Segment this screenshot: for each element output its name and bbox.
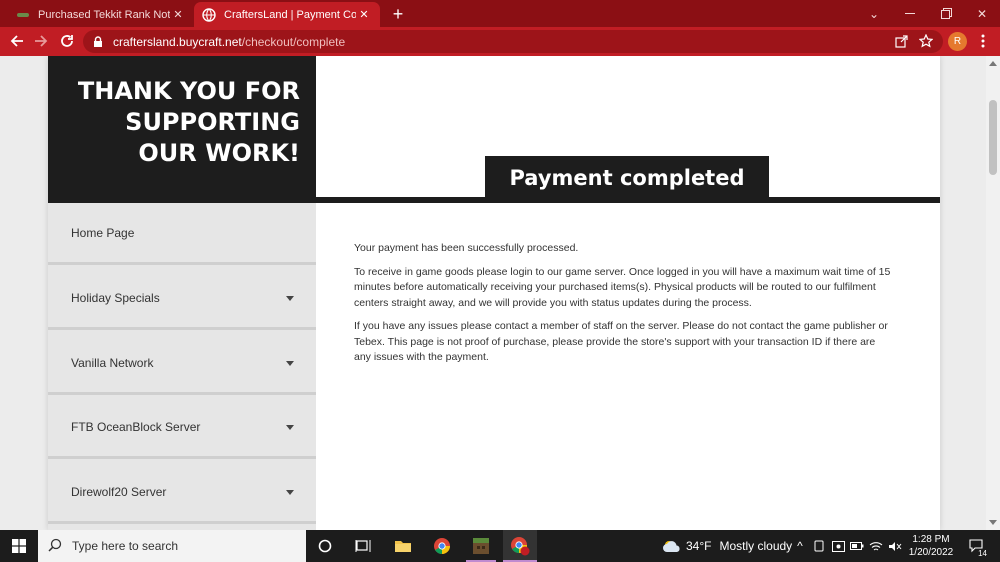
sidebar-item-label: Direwolf20 Server xyxy=(71,484,167,499)
bookmark-star-icon[interactable] xyxy=(915,30,937,52)
sidebar-item-label: Vanilla Network xyxy=(71,355,154,370)
search-icon xyxy=(48,538,62,555)
tray-device-icon[interactable] xyxy=(810,530,828,562)
tray-chevron-up-icon[interactable]: ^ xyxy=(792,530,808,562)
reload-icon[interactable] xyxy=(56,30,78,52)
browser-toolbar: craftersland.buycraft.net/checkout/compl… xyxy=(0,27,1000,56)
hero-banner: THANK YOU FOR SUPPORTING OUR WORK! xyxy=(48,56,316,203)
sidebar-item-label: FTB OceanBlock Server xyxy=(71,419,201,434)
globe-favicon-icon xyxy=(202,7,216,22)
tab-strip: Purchased Tekkit Rank Not Recei ✕ Crafte… xyxy=(0,0,1000,27)
paragraph-support: If you have any issues please contact a … xyxy=(354,320,888,363)
sidebar-item-label: Holiday Specials xyxy=(71,290,160,305)
caret-down-icon[interactable] xyxy=(286,425,294,430)
url-path: /checkout/complete xyxy=(241,34,346,49)
task-view-icon[interactable] xyxy=(348,530,378,562)
system-clock[interactable]: 1:28 PM 1/20/2022 xyxy=(902,533,960,559)
page-viewport: THANK YOU FOR SUPPORTING OUR WORK! Payme… xyxy=(0,56,1000,530)
forum-favicon-icon xyxy=(16,8,30,22)
scroll-down-arrow-icon[interactable] xyxy=(989,520,997,525)
hero-title: THANK YOU FOR SUPPORTING OUR WORK! xyxy=(77,77,300,167)
caret-down-icon[interactable] xyxy=(286,490,294,495)
share-icon[interactable] xyxy=(890,30,912,52)
notification-center-icon[interactable]: 14 xyxy=(964,530,990,562)
sidebar-item-label: Home Page xyxy=(71,225,135,240)
tab-close-icon[interactable]: ✕ xyxy=(356,7,372,23)
sidebar-item-holiday-specials[interactable]: Holiday Specials xyxy=(48,268,316,330)
payment-completed-heading: Payment completed xyxy=(485,156,769,200)
sidebar-item-home-page[interactable]: Home Page xyxy=(48,203,316,265)
sidebar-nav: Home Page Holiday Specials Vanilla Netwo… xyxy=(48,203,316,530)
address-bar[interactable]: craftersland.buycraft.net/checkout/compl… xyxy=(83,30,943,53)
sidebar-item-direwolf20[interactable]: Direwolf20 Server xyxy=(48,462,316,524)
lock-icon[interactable] xyxy=(93,35,107,48)
back-arrow-icon[interactable] xyxy=(6,30,28,52)
tab-search-chevron-icon[interactable]: ⌄ xyxy=(856,0,892,27)
minecraft-launcher-icon[interactable] xyxy=(466,530,496,562)
caret-down-icon[interactable] xyxy=(286,361,294,366)
tab-title: Purchased Tekkit Rank Not Recei xyxy=(38,8,170,21)
windows-start-icon[interactable] xyxy=(0,530,38,562)
tray-screen-icon[interactable] xyxy=(829,530,847,562)
scroll-up-arrow-icon[interactable] xyxy=(989,61,997,66)
taskbar-search-box[interactable]: Type here to search xyxy=(38,530,306,562)
weather-temp: 34°F xyxy=(686,539,712,553)
caret-down-icon[interactable] xyxy=(286,296,294,301)
paragraph-success: Your payment has been successfully proce… xyxy=(354,242,579,254)
scrollbar-thumb[interactable] xyxy=(989,100,997,175)
chrome-profile-icon[interactable] xyxy=(503,530,537,562)
clock-time: 1:28 PM xyxy=(912,534,950,545)
tab-active[interactable]: CraftersLand | Payment Complete ✕ xyxy=(194,2,380,27)
menu-kebab-icon[interactable] xyxy=(972,30,994,52)
sidebar-item-ftb-oceanblock[interactable]: FTB OceanBlock Server xyxy=(48,397,316,459)
payment-message: Your payment has been successfully proce… xyxy=(354,241,894,374)
chrome-icon[interactable] xyxy=(427,530,457,562)
wifi-icon[interactable] xyxy=(867,530,885,562)
profile-avatar[interactable]: R xyxy=(948,32,967,51)
sidebar-item-vanilla-network[interactable]: Vanilla Network xyxy=(48,333,316,395)
restore-icon[interactable] xyxy=(928,0,964,27)
notification-count-badge: 14 xyxy=(977,549,988,558)
search-placeholder: Type here to search xyxy=(72,539,179,553)
paragraph-delivery: To receive in game goods please login to… xyxy=(354,265,891,309)
tab-close-icon[interactable]: ✕ xyxy=(170,7,186,23)
window-close-icon[interactable]: ✕ xyxy=(964,0,1000,27)
url-host: craftersland.buycraft.net xyxy=(113,34,242,49)
tab-inactive[interactable]: Purchased Tekkit Rank Not Recei ✕ xyxy=(8,2,194,27)
forward-arrow-icon[interactable] xyxy=(30,30,52,52)
tab-title: CraftersLand | Payment Complete xyxy=(224,8,356,21)
clock-date: 1/20/2022 xyxy=(908,547,954,558)
weather-widget[interactable]: 34°F Mostly cloudy xyxy=(686,530,792,562)
store-container: THANK YOU FOR SUPPORTING OUR WORK! Payme… xyxy=(48,56,940,530)
new-tab-plus-icon[interactable]: + xyxy=(388,4,408,24)
battery-icon[interactable] xyxy=(848,530,866,562)
page-scrollbar[interactable] xyxy=(986,56,1000,530)
weather-cloud-icon[interactable] xyxy=(660,530,684,562)
weather-desc: Mostly cloudy xyxy=(719,539,793,553)
cortana-circle-icon[interactable] xyxy=(310,530,340,562)
windows-taskbar: Type here to search 34°F Mostly cloudy ^ xyxy=(0,530,1000,562)
minimize-icon[interactable] xyxy=(892,0,928,27)
file-explorer-icon[interactable] xyxy=(388,530,418,562)
